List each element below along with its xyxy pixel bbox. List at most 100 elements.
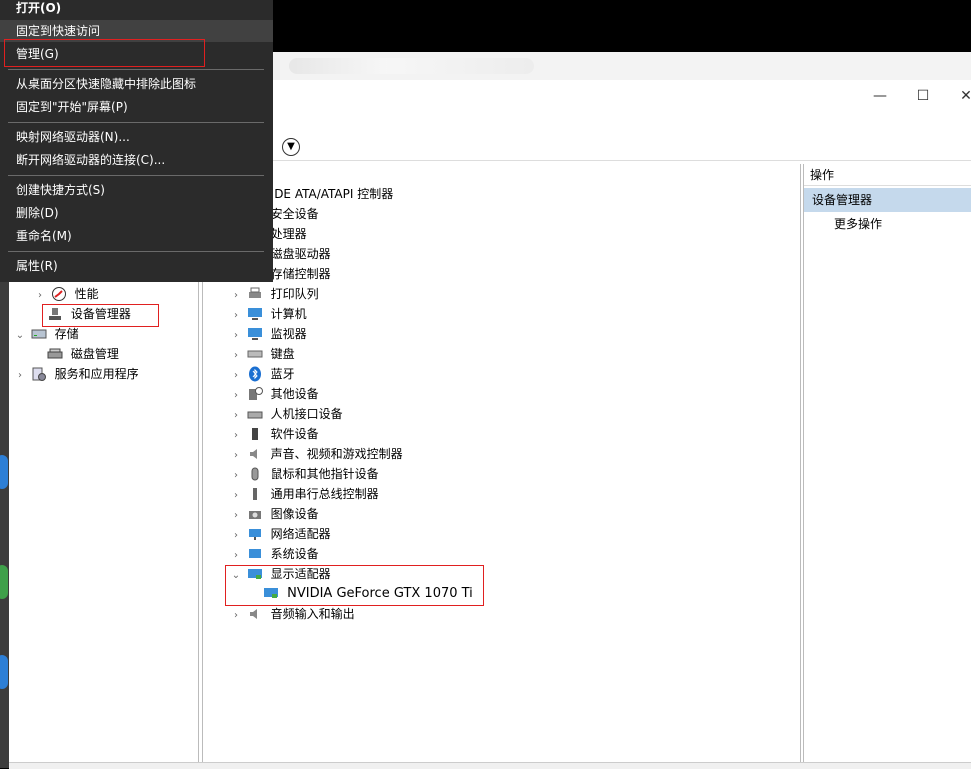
chevron-down-icon[interactable]: ⌄	[13, 326, 27, 346]
tree-item-services[interactable]: › 服务和应用程序	[13, 364, 139, 384]
chevron-down-icon[interactable]: ⌄	[229, 566, 243, 586]
device-category[interactable]: › 键盘	[229, 344, 295, 364]
close-button[interactable]: ✕	[943, 82, 971, 110]
maximize-button[interactable]: ☐	[900, 82, 946, 110]
tree-item-device-manager[interactable]: 设备管理器	[47, 304, 131, 324]
device-category-label: 磁盘驱动器	[270, 247, 331, 261]
disk-management-icon	[47, 346, 63, 362]
device-category[interactable]: › 网络适配器	[229, 524, 331, 544]
menu-item-create-shortcut[interactable]: 创建快捷方式(S)	[0, 179, 273, 201]
menu-item-delete[interactable]: 删除(D)	[0, 202, 273, 224]
gpu-icon	[263, 585, 279, 601]
menu-item-properties[interactable]: 属性(R)	[0, 255, 273, 277]
context-menu: 打开(O) 固定到快速访问 管理(G) 从桌面分区快速隐藏中排除此图标 固定到"…	[0, 0, 273, 282]
system-device-icon	[247, 546, 263, 562]
device-category-label: 图像设备	[270, 507, 319, 521]
more-actions-link[interactable]: 更多操作	[834, 214, 882, 234]
tree-item-label: 服务和应用程序	[54, 367, 139, 381]
mouse-icon	[247, 466, 263, 482]
desktop-icon-fragment	[0, 655, 8, 689]
down-arrow-icon[interactable]: ▼	[282, 138, 300, 156]
device-category-label: 打印队列	[270, 287, 319, 301]
chevron-right-icon[interactable]: ›	[229, 346, 243, 366]
camera-icon	[247, 506, 263, 522]
tree-item-performance[interactable]: › 性能	[33, 284, 99, 304]
menu-separator	[8, 69, 264, 70]
menu-item-open[interactable]: 打开(O)	[0, 0, 273, 19]
hid-icon	[247, 406, 263, 422]
desktop-icon-fragment	[0, 565, 8, 599]
device-category-label: 声音、视频和游戏控制器	[270, 447, 403, 461]
chevron-right-icon[interactable]: ›	[229, 426, 243, 446]
device-category-label: 网络适配器	[270, 527, 331, 541]
performance-icon	[51, 286, 67, 302]
device-category[interactable]: › 音频输入和输出	[229, 604, 355, 624]
device-gpu[interactable]: NVIDIA GeForce GTX 1070 Ti	[263, 584, 473, 604]
device-category[interactable]: › 软件设备	[229, 424, 319, 444]
menu-item-exclude-fences[interactable]: 从桌面分区快速隐藏中排除此图标	[0, 73, 273, 95]
tree-item-storage[interactable]: ⌄ 存储	[13, 324, 79, 344]
device-category[interactable]: › 人机接口设备	[229, 404, 343, 424]
chevron-right-icon[interactable]: ›	[229, 306, 243, 326]
chevron-right-icon[interactable]: ›	[13, 366, 27, 386]
device-category-label: 安全设备	[270, 207, 319, 221]
device-category-label: 通用串行总线控制器	[270, 487, 379, 501]
device-category[interactable]: › 其他设备	[229, 384, 319, 404]
chevron-right-icon[interactable]: ›	[229, 466, 243, 486]
actions-section-device-manager[interactable]: 设备管理器	[804, 188, 971, 212]
menu-item-manage[interactable]: 管理(G)	[0, 43, 273, 65]
actions-pane: 操作 设备管理器 更多操作	[803, 164, 971, 762]
device-category[interactable]: › 通用串行总线控制器	[229, 484, 379, 504]
device-tree: › IDE ATA/ATAPI 控制器 › 安全设备 › 处理器 › 磁盘驱动器…	[202, 164, 801, 762]
minimize-button[interactable]: —	[857, 82, 903, 110]
chevron-right-icon[interactable]: ›	[229, 486, 243, 506]
device-category-label: 显示适配器	[270, 567, 331, 581]
chevron-right-icon[interactable]: ›	[229, 386, 243, 406]
menu-item-pin-quick-access[interactable]: 固定到快速访问	[0, 20, 273, 42]
chevron-right-icon[interactable]: ›	[229, 326, 243, 346]
tree-item-disk-management[interactable]: 磁盘管理	[47, 344, 119, 364]
device-category-label: 键盘	[270, 347, 295, 361]
device-category-label: 系统设备	[270, 547, 319, 561]
menu-separator	[8, 122, 264, 123]
tree-item-label: 性能	[74, 287, 99, 301]
tree-item-label: 设备管理器	[70, 307, 131, 321]
menu-item-disconnect-drive[interactable]: 断开网络驱动器的连接(C)...	[0, 149, 273, 171]
device-category-label: 计算机	[270, 307, 307, 321]
network-adapter-icon	[247, 526, 263, 542]
device-category-label: 蓝牙	[270, 367, 295, 381]
chevron-right-icon[interactable]: ›	[229, 286, 243, 306]
services-icon	[31, 366, 47, 382]
menu-item-map-drive[interactable]: 映射网络驱动器(N)...	[0, 126, 273, 148]
chevron-right-icon[interactable]: ›	[229, 526, 243, 546]
monitor-icon	[247, 326, 263, 342]
device-category-label: 其他设备	[270, 387, 319, 401]
menu-separator	[8, 251, 264, 252]
menu-separator	[8, 175, 264, 176]
chevron-right-icon[interactable]: ›	[229, 446, 243, 466]
chevron-right-icon[interactable]: ›	[229, 506, 243, 526]
actions-header: 操作	[804, 164, 971, 186]
chevron-right-icon[interactable]: ›	[229, 406, 243, 426]
device-category-label: 鼠标和其他指针设备	[270, 467, 379, 481]
chevron-right-icon[interactable]: ›	[229, 606, 243, 626]
menu-item-pin-start[interactable]: 固定到"开始"屏幕(P)	[0, 96, 273, 118]
device-category[interactable]: › 监视器	[229, 324, 307, 344]
blurred-title	[289, 58, 534, 74]
device-category-label: 人机接口设备	[270, 407, 343, 421]
chevron-right-icon[interactable]: ›	[229, 366, 243, 386]
keyboard-icon	[247, 346, 263, 362]
device-category[interactable]: › 图像设备	[229, 504, 319, 524]
chevron-right-icon[interactable]: ›	[33, 286, 47, 306]
device-category[interactable]: › 声音、视频和游戏控制器	[229, 444, 403, 464]
chevron-right-icon[interactable]: ›	[229, 546, 243, 566]
display-adapter-icon	[247, 566, 263, 582]
audio-io-icon	[247, 606, 263, 622]
device-category[interactable]: › 打印队列	[229, 284, 319, 304]
device-category[interactable]: › 系统设备	[229, 544, 319, 564]
menu-item-rename[interactable]: 重命名(M)	[0, 225, 273, 247]
device-category[interactable]: › 计算机	[229, 304, 307, 324]
device-category[interactable]: › 蓝牙	[229, 364, 295, 384]
device-category-display-adapters[interactable]: ⌄ 显示适配器	[229, 564, 331, 584]
device-category[interactable]: › 鼠标和其他指针设备	[229, 464, 379, 484]
